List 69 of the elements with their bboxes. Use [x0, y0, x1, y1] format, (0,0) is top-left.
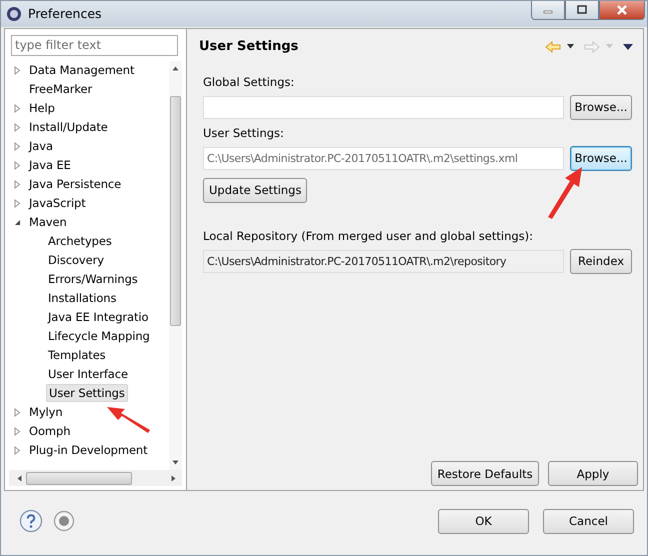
tree-item[interactable]: JavaScript — [27, 195, 88, 212]
tree-item[interactable]: Java EE Integratio — [46, 309, 150, 326]
tree-item[interactable]: Help — [27, 100, 57, 116]
scroll-thumb[interactable] — [170, 96, 181, 326]
horizontal-scrollbar[interactable] — [9, 470, 182, 486]
tree-item[interactable]: Archetypes — [46, 233, 114, 250]
field-label: Global Settings: — [203, 74, 296, 89]
expand-icon[interactable] — [13, 104, 22, 113]
text-field[interactable]: C:\Users\Administrator.PC-20170511OATR\.m2\repository — [203, 250, 564, 273]
minimize-button[interactable] — [531, 1, 565, 20]
update-settings-button[interactable]: Update Settings — [203, 178, 308, 203]
tree-item[interactable]: User Interface — [46, 366, 130, 382]
tree-item[interactable]: Installations — [46, 290, 118, 306]
ok-button[interactable]: OK — [438, 508, 529, 534]
tree-item[interactable]: Install/Update — [27, 119, 110, 136]
dropdown-caret-icon[interactable] — [567, 44, 574, 50]
close-icon — [617, 5, 627, 15]
tree-item[interactable]: Lifecycle Mapping — [46, 328, 152, 344]
tree-item[interactable]: Java — [27, 138, 55, 154]
tree-item[interactable]: Java EE — [27, 157, 73, 174]
app-icon — [6, 6, 22, 22]
vertical-scrollbar[interactable] — [169, 60, 182, 470]
collapse-icon[interactable] — [13, 218, 22, 227]
expand-icon[interactable] — [13, 66, 22, 75]
expand-icon[interactable] — [13, 446, 22, 455]
expand-icon[interactable] — [13, 142, 22, 151]
reindex-button[interactable]: Reindex — [570, 248, 632, 274]
apply-button[interactable]: Apply — [548, 461, 638, 486]
tree-item[interactable]: Data Management — [27, 62, 136, 78]
tree-item[interactable]: Errors/Warnings — [46, 271, 140, 288]
page-title: User Settings — [199, 39, 298, 54]
record-icon[interactable] — [53, 510, 75, 532]
text-field[interactable]: C:\Users\Administrator.PC-20170511OATR\.m2\settings.xml — [203, 146, 564, 170]
scroll-thumb[interactable] — [26, 472, 132, 485]
window-title: Preferences — [28, 6, 102, 22]
tree-item[interactable]: Java Persistence — [27, 176, 124, 192]
expand-icon[interactable] — [13, 426, 22, 436]
help-icon[interactable] — [19, 509, 43, 534]
field-label: User Settings: — [203, 126, 285, 140]
tree-item[interactable]: FreeMarker — [27, 81, 94, 98]
tree-item[interactable]: Maven — [27, 214, 69, 230]
scroll-up-icon[interactable] — [172, 66, 179, 71]
restore-defaults-button[interactable]: Restore Defaults — [431, 461, 539, 486]
field-label: Local Repository (From merged user and global settings): — [203, 228, 534, 243]
view-menu-icon[interactable] — [623, 44, 633, 50]
expand-icon[interactable] — [13, 198, 22, 208]
browse-button[interactable]: Browse... — [570, 146, 632, 171]
expand-icon[interactable] — [13, 122, 22, 132]
text-field[interactable] — [203, 96, 564, 119]
scroll-right-icon[interactable] — [171, 474, 176, 482]
expand-icon[interactable] — [13, 408, 22, 417]
back-arrow-icon[interactable] — [545, 40, 561, 53]
scroll-left-icon[interactable] — [17, 474, 22, 482]
tree-item[interactable]: Oomph — [27, 423, 72, 440]
expand-icon[interactable] — [13, 160, 22, 170]
tree-item[interactable]: Discovery — [46, 252, 106, 268]
close-button[interactable] — [599, 1, 645, 20]
scroll-down-icon[interactable] — [172, 460, 179, 466]
tree-item[interactable]: Templates — [46, 347, 108, 364]
annotation-arrow — [105, 405, 151, 435]
maximize-icon — [577, 5, 587, 15]
tree-item[interactable]: Mylyn — [27, 404, 65, 420]
maximize-button[interactable] — [565, 1, 599, 20]
tree-item[interactable]: User Settings — [46, 384, 128, 402]
expand-icon[interactable] — [13, 180, 22, 189]
tree-item[interactable]: Plug-in Development — [27, 442, 150, 458]
cancel-button[interactable]: Cancel — [543, 508, 634, 534]
filter-field[interactable]: type filter text — [11, 34, 178, 56]
browse-button[interactable]: Browse... — [570, 94, 632, 120]
